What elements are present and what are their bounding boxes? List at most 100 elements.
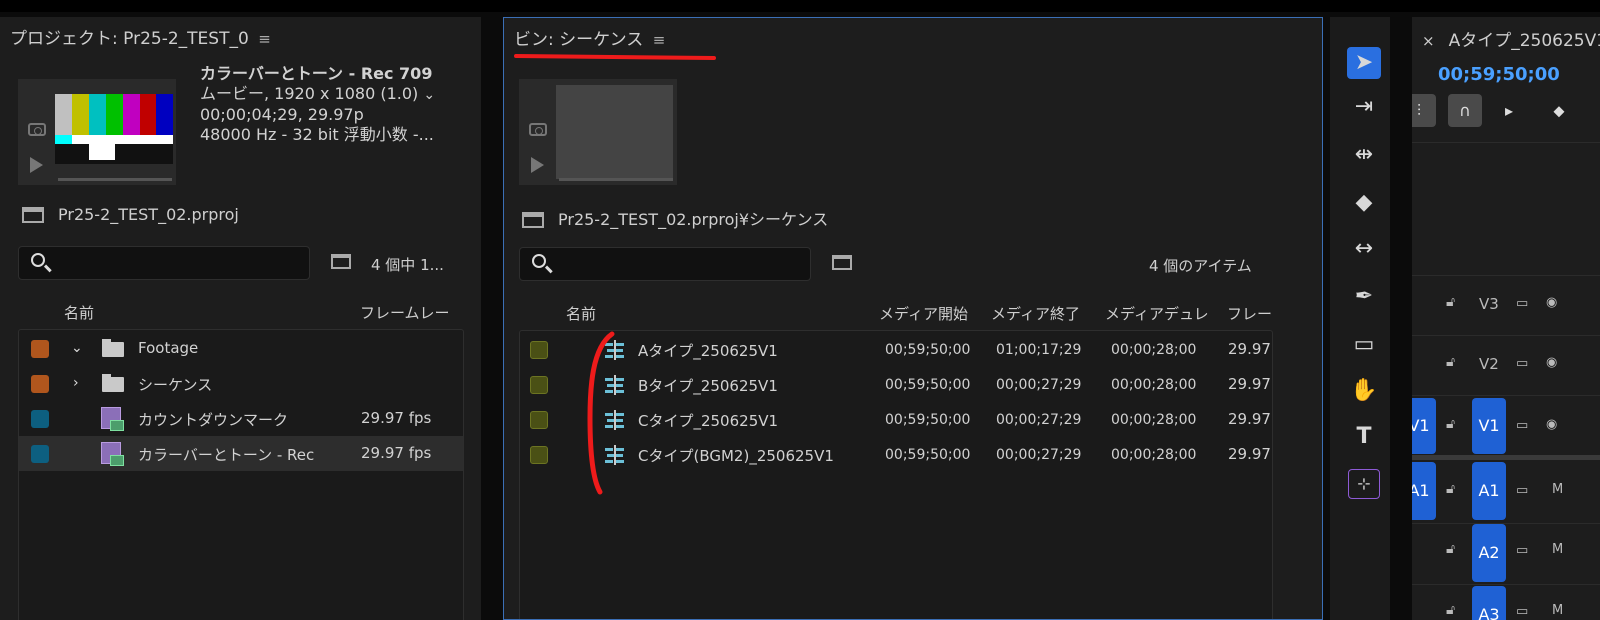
camera-icon[interactable] bbox=[28, 123, 46, 136]
razor-tool-icon[interactable]: ◆ bbox=[1350, 189, 1378, 217]
parent-folder-icon[interactable] bbox=[22, 207, 44, 223]
track-select-tool-icon[interactable]: ⇥ bbox=[1350, 93, 1378, 121]
pen-tool-icon[interactable]: ✒ bbox=[1350, 283, 1378, 311]
panel-menu-icon[interactable]: ≡ bbox=[653, 31, 666, 49]
toggle-sync-icon[interactable]: ▭ bbox=[1516, 483, 1528, 498]
play-icon[interactable] bbox=[531, 157, 544, 173]
camera-icon[interactable] bbox=[529, 123, 547, 136]
project-item-count: 4 個中 1... bbox=[371, 256, 444, 274]
column-header-frame-rate[interactable]: フレームレー bbox=[360, 302, 450, 323]
column-header-media-start[interactable]: メディア開始 bbox=[879, 303, 968, 324]
parent-folder-icon[interactable] bbox=[522, 212, 544, 228]
column-header-name[interactable]: 名前 bbox=[566, 303, 596, 324]
chevron-right-icon[interactable]: › bbox=[73, 375, 79, 391]
chevron-down-icon[interactable]: ⌄ bbox=[423, 87, 435, 103]
media-duration: 00;00;28;00 bbox=[1111, 447, 1197, 463]
type-tool-icon[interactable]: T bbox=[1350, 423, 1378, 451]
ripple-edit-tool-icon[interactable]: ⇹ bbox=[1350, 141, 1378, 169]
mute-button[interactable]: M bbox=[1552, 603, 1563, 618]
eye-icon[interactable]: ◉ bbox=[1546, 417, 1557, 432]
add-marker-icon[interactable]: ⬥ bbox=[1542, 94, 1576, 127]
bin-list: Aタイプ_250625V1 00;59;50;00 01;00;17;29 00… bbox=[519, 330, 1273, 619]
label-color-swatch[interactable] bbox=[530, 341, 548, 359]
preview-scrubber[interactable] bbox=[559, 178, 673, 181]
hand-tool-icon[interactable]: ✋ bbox=[1350, 377, 1378, 405]
timeline-timecode[interactable]: 00;59;50;00 bbox=[1438, 64, 1560, 85]
timeline-tab[interactable]: × Aタイプ_250625V1 bbox=[1422, 26, 1600, 51]
bin-preview-thumbnail[interactable] bbox=[519, 79, 677, 185]
bin-search-input[interactable] bbox=[519, 247, 811, 281]
lock-icon[interactable]: 🔓︎ bbox=[1446, 416, 1455, 432]
list-item[interactable]: Aタイプ_250625V1 00;59;50;00 01;00;17;29 00… bbox=[520, 332, 1272, 367]
source-patch-a1[interactable]: A1 bbox=[1412, 462, 1436, 520]
chevron-down-icon[interactable]: ⌄ bbox=[71, 340, 83, 356]
column-header-media-end[interactable]: メディア終了 bbox=[991, 303, 1080, 324]
track-name[interactable]: V3 bbox=[1479, 295, 1499, 313]
panel-menu-icon[interactable]: ≡ bbox=[258, 30, 271, 48]
lock-icon[interactable]: 🔓︎ bbox=[1446, 481, 1455, 497]
column-header-frame-rate[interactable]: フレー bbox=[1227, 303, 1272, 324]
project-search-input[interactable] bbox=[18, 246, 310, 280]
preview-info-line3: 48000 Hz - 32 bit 浮動小数 -... bbox=[200, 125, 434, 144]
track-target-a3[interactable]: A3 bbox=[1472, 586, 1506, 620]
label-color-swatch[interactable] bbox=[31, 340, 49, 358]
track-target-a2[interactable]: A2 bbox=[1472, 524, 1506, 582]
source-patch-v1[interactable]: V1 bbox=[1412, 398, 1436, 454]
project-panel-title[interactable]: プロジェクト: Pr25-2_TEST_0 ≡ bbox=[10, 24, 271, 49]
column-header-media-duration[interactable]: メディアデュレ bbox=[1105, 303, 1209, 324]
video-audio-divider[interactable] bbox=[1412, 455, 1600, 460]
preview-thumbnail[interactable] bbox=[18, 79, 176, 185]
snap-icon[interactable]: ∩ bbox=[1448, 94, 1482, 127]
find-folder-icon[interactable] bbox=[832, 255, 852, 270]
track-divider bbox=[1412, 584, 1600, 585]
mute-button[interactable]: M bbox=[1552, 542, 1563, 557]
track-divider bbox=[1412, 523, 1600, 524]
toggle-sync-icon[interactable]: ▭ bbox=[1516, 604, 1528, 619]
find-folder-icon[interactable] bbox=[331, 254, 351, 269]
list-item[interactable]: ⌄ Footage bbox=[19, 331, 463, 366]
lock-icon[interactable]: 🔓︎ bbox=[1446, 294, 1455, 310]
generative-extend-tool-icon[interactable]: ⊹ bbox=[1348, 469, 1380, 499]
linked-selection-icon[interactable]: ▸ bbox=[1492, 94, 1526, 127]
lock-icon[interactable]: 🔓︎ bbox=[1446, 602, 1455, 618]
bin-panel-title[interactable]: ビン: シーケンス ≡ bbox=[514, 25, 665, 50]
list-item[interactable]: › シーケンス bbox=[19, 366, 463, 401]
column-header-name[interactable]: 名前 bbox=[64, 302, 94, 323]
track-target-a1[interactable]: A1 bbox=[1472, 462, 1506, 520]
preview-scrubber[interactable] bbox=[58, 178, 172, 181]
label-color-swatch[interactable] bbox=[530, 411, 548, 429]
list-item[interactable]: Cタイプ(BGM2)_250625V1 00;59;50;00 00;00;27… bbox=[520, 437, 1272, 472]
nest-toggle-icon[interactable]: ⫶ bbox=[1412, 94, 1436, 127]
lock-icon[interactable]: 🔓︎ bbox=[1446, 541, 1455, 557]
toggle-sync-icon[interactable]: ▭ bbox=[1516, 543, 1528, 558]
selection-tool-icon[interactable]: ➤ bbox=[1347, 47, 1381, 79]
track-name[interactable]: V2 bbox=[1479, 355, 1499, 373]
label-color-swatch[interactable] bbox=[31, 445, 49, 463]
list-item[interactable]: カラーバーとトーン - Rec 29.97 fps bbox=[19, 436, 463, 471]
label-color-swatch[interactable] bbox=[530, 446, 548, 464]
clip-icon bbox=[101, 442, 124, 466]
eye-icon[interactable]: ◉ bbox=[1546, 355, 1557, 370]
track-target-v1[interactable]: V1 bbox=[1472, 398, 1506, 454]
list-item[interactable]: Bタイプ_250625V1 00;59;50;00 00;00;27;29 00… bbox=[520, 367, 1272, 402]
label-color-swatch[interactable] bbox=[530, 376, 548, 394]
rectangle-tool-icon[interactable]: ▭ bbox=[1350, 331, 1378, 359]
label-color-swatch[interactable] bbox=[31, 375, 49, 393]
toggle-sync-icon[interactable]: ▭ bbox=[1516, 418, 1528, 433]
bin-path[interactable]: Pr25-2_TEST_02.prproj¥シーケンス bbox=[522, 206, 828, 230]
toggle-sync-icon[interactable]: ▭ bbox=[1516, 296, 1528, 311]
close-icon[interactable]: × bbox=[1422, 32, 1435, 50]
list-item[interactable]: カウントダウンマーク 29.97 fps bbox=[19, 401, 463, 436]
lock-icon[interactable]: 🔓︎ bbox=[1446, 354, 1455, 370]
media-end: 01;00;17;29 bbox=[996, 342, 1082, 358]
eye-icon[interactable]: ◉ bbox=[1546, 295, 1557, 310]
media-end: 00;00;27;29 bbox=[996, 447, 1082, 463]
play-icon[interactable] bbox=[30, 157, 43, 173]
list-item[interactable]: Cタイプ_250625V1 00;59;50;00 00;00;27;29 00… bbox=[520, 402, 1272, 437]
mute-button[interactable]: M bbox=[1552, 482, 1563, 497]
project-path[interactable]: Pr25-2_TEST_02.prproj bbox=[22, 205, 239, 224]
slip-tool-icon[interactable]: ↔ bbox=[1350, 235, 1378, 263]
folder-icon bbox=[102, 339, 124, 357]
toggle-sync-icon[interactable]: ▭ bbox=[1516, 356, 1528, 371]
label-color-swatch[interactable] bbox=[31, 410, 49, 428]
